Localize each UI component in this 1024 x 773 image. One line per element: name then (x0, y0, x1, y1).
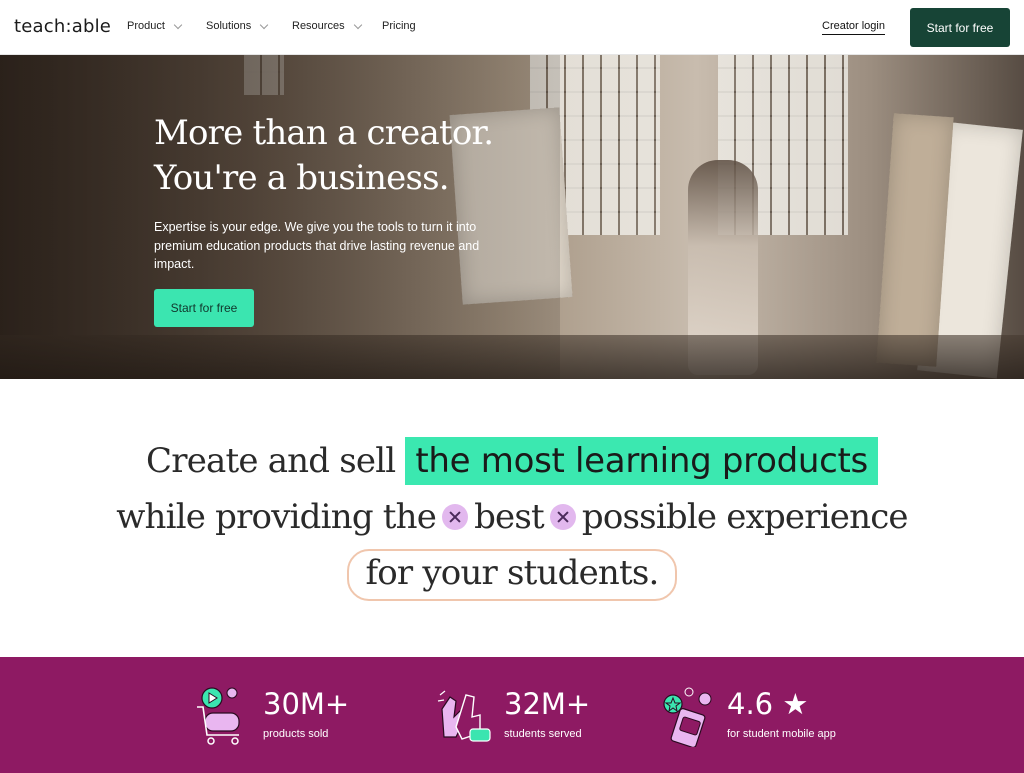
nav-product-label: Product (127, 20, 165, 32)
value-headline: Create and sell the most learning produc… (0, 379, 1024, 657)
stat-products-sold: 30M+ products sold (195, 687, 375, 747)
sparkle-icon (442, 504, 469, 530)
mobile-app-icon (663, 687, 712, 747)
sparkle-icon (549, 504, 576, 530)
stat-students-served: 32M+ students served (436, 687, 616, 747)
chevron-down-icon (353, 20, 362, 29)
headline-text: Create and sell (146, 441, 396, 481)
hero-section: More than a creator. You're a business. … (0, 55, 1024, 379)
stat-label: students served (504, 728, 582, 740)
chevron-down-icon (260, 20, 269, 29)
headline-text: while providing the (116, 497, 437, 537)
headline-text: best (474, 497, 545, 537)
creator-login-link[interactable]: Creator login (822, 20, 885, 35)
logo[interactable]: teach:able (14, 16, 111, 37)
headline-text: possible experience (581, 497, 909, 537)
hero-shade (0, 55, 560, 379)
chevron-down-icon (173, 20, 183, 29)
nav-product[interactable]: Product (127, 20, 183, 32)
stat-label: for student mobile app (727, 728, 836, 740)
headline-line-1: Create and sell the most learning produc… (0, 431, 1024, 491)
nav-pricing[interactable]: Pricing (382, 20, 416, 32)
headline-line-2: while providing the best possible experi… (0, 491, 1024, 543)
shopping-cart-icon (197, 687, 240, 745)
nav-resources-label: Resources (292, 20, 345, 32)
nav-solutions[interactable]: Solutions (206, 20, 269, 32)
hero-title-line2: You're a business. (154, 158, 450, 198)
headline-highlight: the most learning products (405, 437, 878, 485)
top-nav: teach:able Product Solutions Resources P… (0, 0, 1024, 55)
stat-value: 30M+ (263, 687, 350, 721)
headline-pill: for your students. (347, 549, 677, 601)
hero-subtitle: Expertise is your edge. We give you the … (154, 220, 480, 271)
clapping-hands-icon (437, 690, 491, 742)
nav-resources[interactable]: Resources (292, 20, 362, 32)
hero-title: More than a creator. You're a business. (154, 111, 494, 201)
stats-bar: 30M+ products sold 32M+ students served … (0, 657, 1024, 773)
stat-value: 32M+ (504, 687, 591, 721)
stat-mobile-app-rating: 4.6 ★ for student mobile app (659, 687, 879, 747)
stat-label: products sold (263, 728, 329, 740)
start-for-free-button[interactable]: Start for free (910, 8, 1010, 47)
stat-value: 4.6 ★ (727, 687, 809, 721)
nav-pricing-label: Pricing (382, 20, 416, 32)
hero-start-for-free-button[interactable]: Start for free (154, 289, 254, 327)
headline-line-3: for your students. (0, 545, 1024, 605)
hero-title-line1: More than a creator. (154, 113, 494, 153)
nav-solutions-label: Solutions (206, 20, 252, 32)
